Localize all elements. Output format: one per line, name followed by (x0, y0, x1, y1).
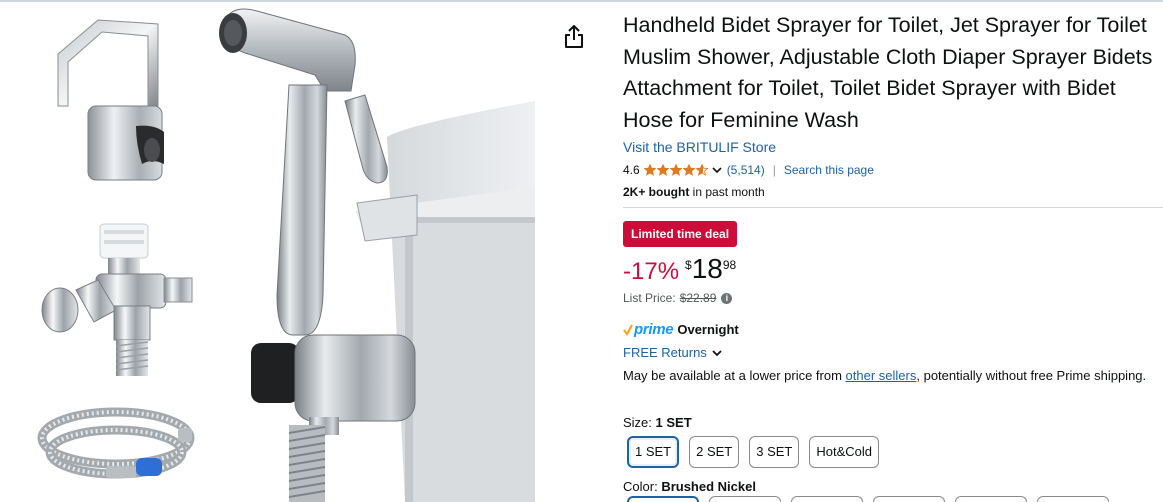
rating-value: 4.6 (623, 163, 640, 177)
free-returns-label: FREE Returns (623, 345, 707, 360)
product-title: Handheld Bidet Sprayer for Toilet, Jet S… (623, 13, 1153, 132)
size-option-3-set[interactable]: 3 SET (749, 436, 800, 468)
star-icon (682, 164, 695, 176)
info-icon[interactable]: i (721, 292, 733, 304)
star-icon (695, 164, 708, 176)
hose-image (37, 407, 195, 479)
list-price: List Price: $22.89 i (623, 291, 733, 305)
size-label: Size: 1 SET (623, 415, 692, 430)
color-option[interactable] (1037, 496, 1109, 502)
price-whole: 18 (691, 253, 723, 284)
prime-speed: Overnight (677, 322, 739, 337)
thumbnail-holder[interactable] (36, 14, 196, 196)
section-divider (623, 207, 1163, 208)
chevron-down-icon (712, 349, 722, 356)
color-label-text: Color: (623, 479, 658, 494)
color-selected: Brushed Nickel (661, 479, 756, 494)
lower-price-notice: May be available at a lower price from o… (623, 366, 1163, 385)
other-sellers-link[interactable]: other sellers (846, 368, 917, 383)
holder-image (57, 19, 164, 181)
rating-stars[interactable] (643, 164, 709, 176)
lower-price-pre: May be available at a lower price from (623, 368, 846, 383)
size-option-hot-cold[interactable]: Hot&Cold (809, 436, 880, 468)
prime-check-icon (623, 323, 633, 336)
size-label-text: Size: (623, 415, 652, 430)
chevron-down-icon[interactable] (711, 164, 723, 176)
color-option[interactable] (709, 496, 781, 502)
thumbnail-hose[interactable] (36, 398, 196, 498)
size-option-1-set[interactable]: 1 SET (627, 436, 680, 468)
star-icon (643, 164, 656, 176)
star-icon (656, 164, 669, 176)
star-icon (669, 164, 682, 176)
top-divider (0, 0, 1163, 2)
size-option-2-set[interactable]: 2 SET (689, 436, 740, 468)
rating-separator: | (772, 163, 776, 177)
deal-badge: Limited time deal (623, 221, 738, 247)
prime-row: prime Overnight (623, 321, 739, 338)
main-product-image[interactable] (205, 5, 535, 502)
rating-row: 4.6 (5,514) | Search this page (623, 163, 874, 177)
thumbnail-valve[interactable] (36, 218, 196, 386)
free-returns-link[interactable]: FREE Returns (623, 345, 727, 360)
price-fraction: 98 (722, 258, 737, 272)
color-option[interactable] (873, 496, 945, 502)
search-page-link[interactable]: Search this page (784, 163, 874, 177)
store-link[interactable]: Visit the BRITULIF Store (623, 139, 776, 155)
sprayer-image (219, 8, 535, 502)
rating-count-link[interactable]: (5,514) (727, 163, 765, 177)
color-option[interactable] (791, 496, 863, 502)
bought-count: 2K+ bought in past month (623, 185, 765, 199)
valve-image (41, 223, 193, 376)
list-price-label: List Price: (623, 291, 676, 305)
price-row: -17% $ 18 98 (623, 254, 736, 286)
bought-count-rest: in past month (692, 185, 765, 199)
prime-logo: prime (634, 321, 674, 338)
bought-count-bold: 2K+ bought (623, 185, 690, 199)
share-icon[interactable] (562, 24, 586, 50)
color-options (627, 496, 1119, 502)
lower-price-post: , potentially without free Prime shippin… (916, 368, 1147, 383)
size-options: 1 SET 2 SET 3 SET Hot&Cold (627, 436, 889, 468)
list-price-value: $22.89 (679, 291, 717, 305)
color-option[interactable] (627, 496, 699, 502)
size-selected: 1 SET (655, 415, 692, 430)
color-label: Color: Brushed Nickel (623, 479, 756, 494)
price-currency: $ (685, 258, 692, 272)
color-option[interactable] (955, 496, 1027, 502)
discount-percent: -17% (623, 258, 680, 285)
